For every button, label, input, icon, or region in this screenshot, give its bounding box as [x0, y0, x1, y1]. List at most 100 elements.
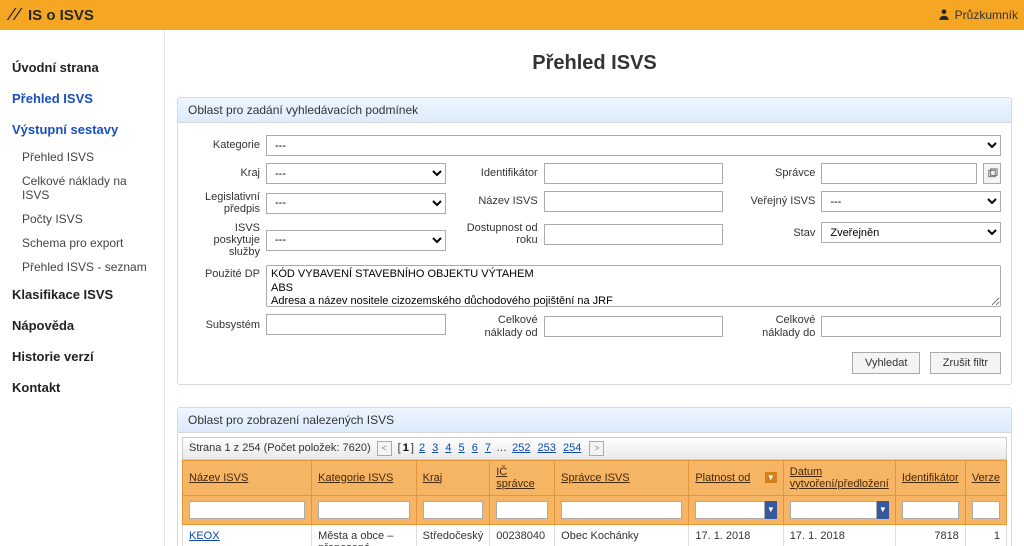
col-spravce[interactable]: Správce ISVS [561, 472, 629, 484]
results-table: Název ISVS Kategorie ISVS Kraj IČ správc… [182, 460, 1007, 546]
pager-page-253[interactable]: 253 [538, 442, 556, 454]
nav-out-schema[interactable]: Schema pro export [0, 231, 164, 255]
select-stav[interactable]: Zveřejněn [821, 222, 1001, 243]
filter-spravce[interactable] [561, 501, 682, 519]
filter-datum-dd-icon[interactable]: ▼ [877, 501, 889, 519]
search-panel: Oblast pro zadání vyhledávacích podmínek… [177, 97, 1012, 385]
filter-ident[interactable] [902, 501, 959, 519]
select-kategorie[interactable]: --- [266, 135, 1001, 156]
filter-verze[interactable] [972, 501, 1000, 519]
filter-ic[interactable] [496, 501, 548, 519]
pager-page-254[interactable]: 254 [563, 442, 581, 454]
col-datum[interactable]: Datum vytvoření/předložení [790, 466, 889, 490]
select-leg[interactable]: --- [266, 193, 446, 214]
label-verejny: Veřejný ISVS [743, 195, 815, 207]
nav-history[interactable]: Historie verzí [0, 341, 164, 372]
input-subsystem[interactable] [266, 314, 446, 335]
label-poskytuje: ISVS poskytuje služby [188, 222, 260, 258]
filter-nazev[interactable] [189, 501, 305, 519]
pager-prev-button[interactable]: < [377, 441, 392, 456]
input-naklady-od[interactable] [544, 316, 724, 337]
pager-page-3[interactable]: 3 [432, 442, 438, 454]
search-panel-heading: Oblast pro zadání vyhledávacích podmínek [178, 98, 1011, 123]
nav-help[interactable]: Nápověda [0, 310, 164, 341]
filter-platnost[interactable] [695, 501, 764, 519]
pager-summary: Strana 1 z 254 (Počet položek: 7620) [189, 442, 371, 454]
label-dp: Použité DP [188, 265, 260, 280]
row-spravce: Obec Kochánky [555, 524, 689, 546]
table-filter-row: ▼ ▼ [183, 495, 1007, 524]
pager-links: [1] 2 3 4 5 6 7 … 252 253 254 [398, 442, 584, 454]
nav-home[interactable]: Úvodní strana [0, 52, 164, 83]
user-name: Průzkumník [955, 8, 1018, 22]
user-badge[interactable]: Průzkumník [937, 7, 1018, 24]
nav-overview[interactable]: Přehled ISVS [0, 83, 164, 114]
table-row: KEOX Města a obce – přenesená působnostSt… [183, 524, 1007, 546]
page-title: Přehled ISVS [177, 52, 1012, 75]
user-icon [937, 7, 951, 24]
select-verejny[interactable]: --- [821, 191, 1001, 212]
brand-icon [6, 5, 24, 26]
label-kraj: Kraj [188, 167, 260, 179]
label-dostupnost: Dostupnost od roku [466, 222, 538, 246]
table-header-row: Název ISVS Kategorie ISVS Kraj IČ správc… [183, 460, 1007, 495]
filter-platnost-dd-icon[interactable]: ▼ [765, 501, 777, 519]
results-panel: Oblast pro zobrazení nalezených ISVS Str… [177, 407, 1012, 546]
label-stav: Stav [743, 227, 815, 239]
label-subsystem: Subsystém [188, 319, 260, 331]
nav-out-list[interactable]: Přehled ISVS - seznam [0, 255, 164, 279]
input-spravce[interactable] [821, 163, 977, 184]
row-datum: 17. 1. 2018 [783, 524, 895, 546]
filter-datum[interactable] [790, 501, 877, 519]
row-ident: 7818 [895, 524, 965, 546]
nav-outputs[interactable]: Výstupní sestavy [0, 114, 164, 145]
select-dp[interactable]: KÓD VYBAVENÍ STAVEBNÍHO OBJEKTU VÝTAHEM … [266, 265, 1001, 307]
pager-page-5[interactable]: 5 [459, 442, 465, 454]
nav-contact[interactable]: Kontakt [0, 372, 164, 403]
select-poskytuje[interactable]: --- [266, 230, 446, 251]
brand: IS o ISVS [6, 5, 94, 26]
pager-page-1: 1 [403, 442, 409, 454]
nav-out-costs[interactable]: Celkové náklady na ISVS [0, 169, 164, 207]
pager-next-button[interactable]: > [589, 441, 604, 456]
nav-out-counts[interactable]: Počty ISVS [0, 207, 164, 231]
pager-page-4[interactable]: 4 [445, 442, 451, 454]
pager-page-2[interactable]: 2 [419, 442, 425, 454]
filter-kraj[interactable] [423, 501, 484, 519]
input-nazev[interactable] [544, 191, 724, 212]
col-kategorie[interactable]: Kategorie ISVS [318, 472, 393, 484]
pager-page-7[interactable]: 7 [485, 442, 491, 454]
label-nazev: Název ISVS [466, 195, 538, 207]
sort-desc-icon: ▼ [765, 472, 777, 483]
select-kraj[interactable]: --- [266, 163, 446, 184]
pager-page-6[interactable]: 6 [472, 442, 478, 454]
nav-classif[interactable]: Klasifikace ISVS [0, 279, 164, 310]
row-nazev-link[interactable]: KEOX [189, 530, 220, 542]
clear-filter-button[interactable]: Zrušit filtr [930, 352, 1001, 374]
row-kategorie: Města a obce – přenesená působnost [312, 524, 417, 546]
label-naklady-od: Celkové náklady od [466, 314, 538, 338]
results-panel-heading: Oblast pro zobrazení nalezených ISVS [178, 408, 1011, 433]
col-platnost[interactable]: Platnost od [695, 472, 750, 484]
label-naklady-do: Celkové náklady do [743, 314, 815, 338]
input-naklady-do[interactable] [821, 316, 1001, 337]
label-identifikator: Identifikátor [466, 167, 538, 179]
col-kraj[interactable]: Kraj [423, 472, 443, 484]
row-platnost: 17. 1. 2018 [689, 524, 783, 546]
sidebar: Úvodní strana Přehled ISVS Výstupní sest… [0, 30, 165, 546]
col-verze[interactable]: Verze [972, 472, 1000, 484]
row-ic: 00238040 [490, 524, 555, 546]
col-ic[interactable]: IČ správce [496, 466, 535, 490]
pager-page-252[interactable]: 252 [512, 442, 530, 454]
col-nazev[interactable]: Název ISVS [189, 472, 248, 484]
row-kraj: Středočeský [416, 524, 490, 546]
search-button[interactable]: Vyhledat [852, 352, 920, 374]
input-dostupnost[interactable] [544, 224, 724, 245]
input-identifikator[interactable] [544, 163, 724, 184]
pager-bar: Strana 1 z 254 (Počet položek: 7620) < [… [182, 437, 1007, 460]
nav-out-overview[interactable]: Přehled ISVS [0, 145, 164, 169]
label-leg: Legislativní předpis [188, 191, 260, 215]
filter-kategorie[interactable] [318, 501, 410, 519]
spravce-picker-button[interactable] [983, 163, 1001, 184]
col-ident[interactable]: Identifikátor [902, 472, 959, 484]
